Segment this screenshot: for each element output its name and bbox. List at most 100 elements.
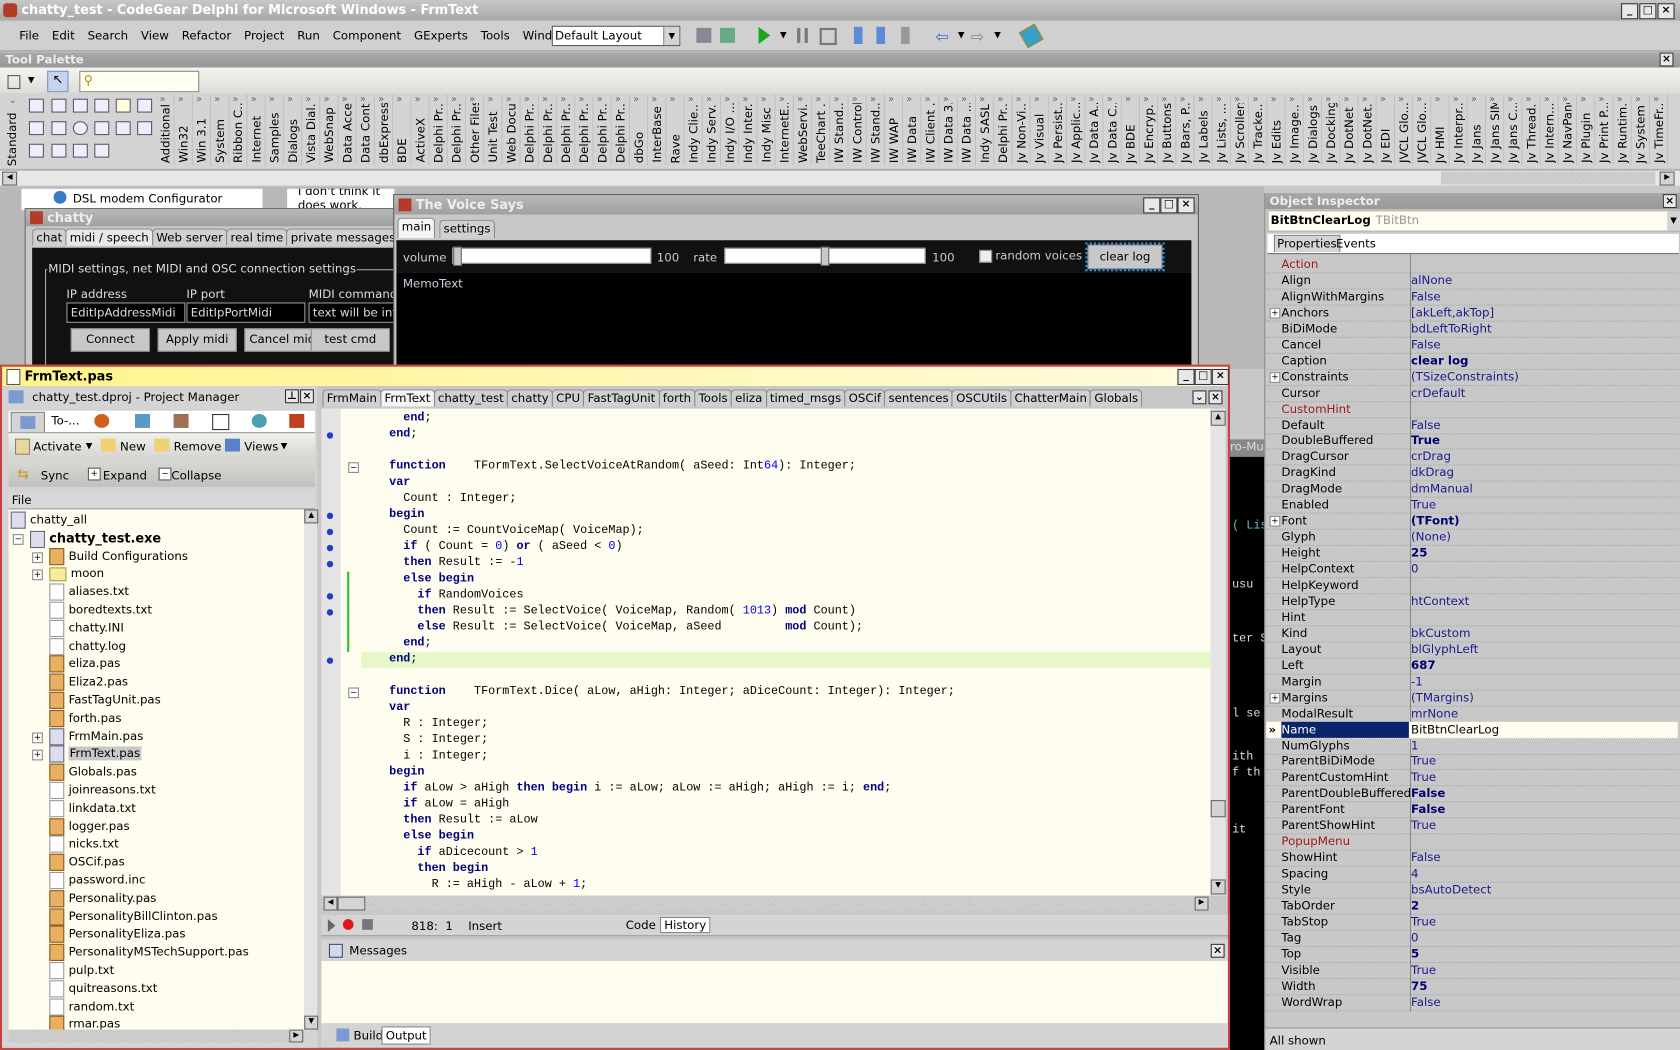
object-selector-dropdown-icon[interactable]: ▼ [1667,211,1680,231]
property-row[interactable]: ParentShowHint True [1266,818,1678,835]
tree-item[interactable]: aliases.txt [49,583,129,601]
scroll-right-arrow-icon[interactable]: ▶ [1659,171,1675,186]
palette-category[interactable]: » Ribbon C... [229,94,248,166]
property-value[interactable]: True [1411,433,1440,449]
chatty-tab-midi-speech[interactable]: midi / speech [65,228,154,246]
palette-category[interactable]: » Jv Buttons [1158,94,1177,166]
tab-structure-icon[interactable] [212,413,230,431]
connect-button[interactable]: Connect [70,328,150,352]
property-value[interactable]: 4 [1411,866,1418,882]
palette-category[interactable]: » Jv Data C... [1103,94,1122,166]
tool-palette-scrollbar[interactable]: ◀ ▶ [0,169,1680,186]
property-value[interactable]: bkCustom [1411,625,1470,641]
scroll-right-icon[interactable]: ▶ [289,1029,304,1043]
sync-button[interactable]: Sync [41,469,69,483]
property-row[interactable]: Cursor crDefault [1266,385,1678,402]
palette-category[interactable]: » Other Files [466,94,485,166]
expand-chevron-icon[interactable]: » [761,94,767,105]
property-row[interactable]: Style bsAutoDetect [1266,882,1678,899]
palette-category[interactable]: » System [211,94,230,166]
popupmenu-component-icon[interactable] [51,98,67,113]
palette-category[interactable]: » dbExpress [374,94,394,166]
property-row[interactable]: Width 75 [1266,978,1678,996]
palette-category[interactable]: » Rave [666,94,685,166]
palette-category[interactable]: » Delphi Pr... [994,94,1013,166]
property-value[interactable]: [akLeft,akTop] [1411,304,1494,320]
editor-tab-globals[interactable]: Globals [1090,389,1143,407]
palette-category[interactable]: » IW Stand... [866,94,885,166]
fold-collapse-icon[interactable]: − [348,687,359,699]
property-row[interactable]: AlignWithMargins False [1266,288,1678,306]
palette-category[interactable]: » WebSnap [320,94,339,166]
palette-category[interactable]: » Jv Jans C... [1504,94,1523,166]
panel-component-icon[interactable] [72,143,88,158]
fold-collapse-icon[interactable]: − [348,462,359,473]
palette-category[interactable]: » IW Control [848,94,867,166]
scrollbar-component-icon[interactable] [137,121,153,136]
property-row[interactable]: Default False [1266,417,1678,434]
property-value[interactable]: False [1411,994,1441,1010]
pointer-tool-icon[interactable]: ↖ [47,70,69,93]
forward-arrow-icon[interactable]: ⇨ [971,27,984,46]
tree-item[interactable]: chatty_all [10,511,87,529]
macro-record-icon[interactable] [342,919,354,930]
maximize-button[interactable]: □ [1639,3,1657,20]
collapse-button[interactable]: Collapse [171,469,221,483]
palette-category[interactable]: » Jv Scrollers [1231,94,1250,166]
view-tab-history[interactable]: History [659,916,711,934]
property-row[interactable]: Cancel False [1266,336,1678,354]
expand-chevron-icon[interactable]: » [1125,94,1131,105]
tab-explorer-icon[interactable] [134,413,150,428]
midi-command-field[interactable]: text will be interp [308,302,400,323]
help-book-icon[interactable] [1018,23,1044,49]
tree-item[interactable]: linkdata.txt [49,799,136,818]
tree-item[interactable]: chatty.INI [49,619,124,637]
chatty-tab-private-messages[interactable]: private messages [286,228,400,246]
property-row[interactable]: ParentBiDiMode True [1266,753,1678,771]
trace-into-icon[interactable] [853,26,863,44]
editor-tab-eliza[interactable]: eliza [730,389,767,407]
property-value[interactable]: 25 [1411,545,1427,561]
property-value[interactable]: htContext [1411,593,1469,609]
editor-tab-cpu[interactable]: CPU [551,389,585,407]
editor-close-button[interactable]: × [1211,368,1229,386]
property-row[interactable]: ModalResult mrNone [1266,705,1678,723]
property-row[interactable]: Caption clear log [1266,353,1678,370]
palette-category[interactable]: » JVCL Glo... [1394,94,1414,166]
property-value[interactable]: 5 [1411,946,1419,962]
test-cmd-button[interactable]: test cmd [310,328,390,352]
apply-midi-button[interactable]: Apply midi [157,328,237,352]
object-inspector-close-button[interactable]: × [1662,194,1677,209]
palette-category[interactable]: » Jv System [1631,94,1650,166]
property-row[interactable]: DragMode dmManual [1266,481,1678,498]
palette-category[interactable]: » Indy Clie... [684,94,703,166]
expand-node-icon[interactable]: + [32,750,43,761]
palette-category[interactable]: » BDE [393,94,412,166]
palette-category[interactable]: » Unit Test [484,94,503,166]
expand-chevron-icon[interactable]: » [1344,94,1350,105]
collapse-chevron-icon[interactable]: ⌄ [9,95,17,106]
pin-icon[interactable]: ⊥ [284,389,299,404]
expand-chevron-icon[interactable]: » [287,94,293,105]
chevron-down-icon[interactable]: ▼ [663,26,680,46]
property-value[interactable]: False [1411,288,1441,304]
palette-category[interactable]: » WebServi... [793,94,813,166]
tool-palette-close-button[interactable]: × [1659,52,1674,67]
menu-project[interactable]: Project [244,29,284,43]
palette-search-input[interactable]: ⚲ [79,70,200,93]
palette-category[interactable]: » Internet [247,94,266,166]
property-value[interactable]: 2 [1411,898,1419,914]
menu-view[interactable]: View [141,29,169,43]
palette-category[interactable]: » Jv Applic... [1067,94,1086,166]
property-row[interactable]: + Font (TFont) [1266,513,1678,531]
menu-gexperts[interactable]: GExperts [414,29,468,43]
palette-category[interactable]: » Jv Jans [1467,94,1487,166]
view-tab-code[interactable]: Code [626,918,656,932]
palette-category[interactable]: » Jv Interpr... [1449,94,1468,166]
palette-category[interactable]: » Jv Tracke... [1249,94,1268,166]
property-row[interactable]: ParentDoubleBuffered False [1266,785,1678,803]
tree-item[interactable]: rmar.pas [49,1016,120,1030]
property-row[interactable]: Visible True [1266,962,1678,979]
tree-item[interactable]: PersonalityMSTechSupport.pas [49,944,249,962]
property-row[interactable]: + Anchors [akLeft,akTop] [1266,304,1678,322]
